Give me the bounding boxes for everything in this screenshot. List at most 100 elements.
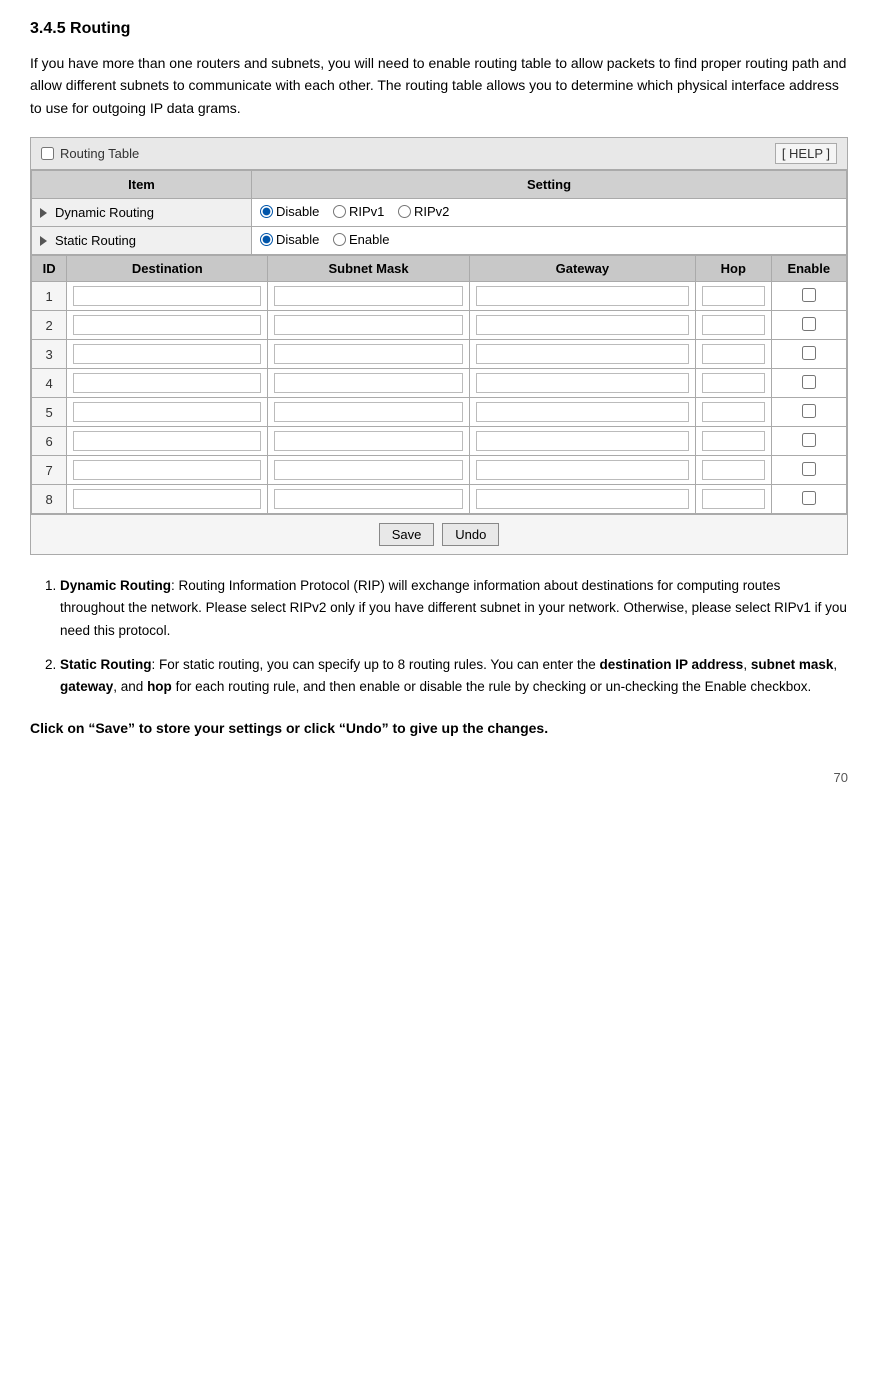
row-subnet-2[interactable] [268, 311, 469, 340]
static-disable-option[interactable]: Disable [260, 232, 319, 247]
gateway-input-3[interactable] [476, 344, 689, 364]
static-disable-radio[interactable] [260, 233, 273, 246]
subnet-input-3[interactable] [274, 344, 462, 364]
row-gateway-4[interactable] [469, 369, 695, 398]
subnet-input-4[interactable] [274, 373, 462, 393]
row-hop-7[interactable] [696, 456, 771, 485]
row-gateway-3[interactable] [469, 340, 695, 369]
row-destination-1[interactable] [67, 282, 268, 311]
subnet-input-2[interactable] [274, 315, 462, 335]
row-enable-6[interactable] [771, 427, 847, 456]
row-hop-8[interactable] [696, 485, 771, 514]
row-enable-2[interactable] [771, 311, 847, 340]
dynamic-routing-label: Dynamic Routing [40, 205, 243, 220]
row-destination-8[interactable] [67, 485, 268, 514]
gateway-input-4[interactable] [476, 373, 689, 393]
row-gateway-1[interactable] [469, 282, 695, 311]
hop-input-4[interactable] [702, 373, 764, 393]
row-gateway-2[interactable] [469, 311, 695, 340]
row-destination-5[interactable] [67, 398, 268, 427]
row-enable-3[interactable] [771, 340, 847, 369]
dynamic-ripv2-radio[interactable] [398, 205, 411, 218]
hop-input-8[interactable] [702, 489, 764, 509]
enable-checkbox-6[interactable] [802, 433, 816, 447]
hop-input-6[interactable] [702, 431, 764, 451]
row-enable-7[interactable] [771, 456, 847, 485]
destination-input-8[interactable] [73, 489, 261, 509]
hop-input-1[interactable] [702, 286, 764, 306]
gateway-input-1[interactable] [476, 286, 689, 306]
destination-input-6[interactable] [73, 431, 261, 451]
routing-table-title: Routing Table [60, 146, 139, 161]
destination-input-2[interactable] [73, 315, 261, 335]
gateway-input-7[interactable] [476, 460, 689, 480]
col-gateway-header: Gateway [469, 256, 695, 282]
help-link[interactable]: [ HELP ] [775, 143, 837, 164]
row-enable-1[interactable] [771, 282, 847, 311]
gateway-input-5[interactable] [476, 402, 689, 422]
hop-input-3[interactable] [702, 344, 764, 364]
dynamic-ripv1-option[interactable]: RIPv1 [333, 204, 384, 219]
row-hop-3[interactable] [696, 340, 771, 369]
routing-table-container: Routing Table [ HELP ] Item Setting Dyna… [30, 137, 848, 555]
dynamic-ripv2-option[interactable]: RIPv2 [398, 204, 449, 219]
row-subnet-6[interactable] [268, 427, 469, 456]
enable-checkbox-2[interactable] [802, 317, 816, 331]
static-enable-option[interactable]: Enable [333, 232, 389, 247]
dynamic-routing-setting-cell: Disable RIPv1 RIPv2 [252, 199, 847, 227]
row-gateway-8[interactable] [469, 485, 695, 514]
subnet-input-1[interactable] [274, 286, 462, 306]
row-hop-6[interactable] [696, 427, 771, 456]
gateway-input-8[interactable] [476, 489, 689, 509]
routing-table-checkbox[interactable] [41, 147, 54, 160]
row-hop-1[interactable] [696, 282, 771, 311]
hop-input-7[interactable] [702, 460, 764, 480]
enable-checkbox-7[interactable] [802, 462, 816, 476]
hop-input-2[interactable] [702, 315, 764, 335]
save-button[interactable]: Save [379, 523, 435, 546]
enable-checkbox-4[interactable] [802, 375, 816, 389]
enable-checkbox-5[interactable] [802, 404, 816, 418]
row-subnet-1[interactable] [268, 282, 469, 311]
dynamic-disable-option[interactable]: Disable [260, 204, 319, 219]
enable-checkbox-8[interactable] [802, 491, 816, 505]
row-destination-4[interactable] [67, 369, 268, 398]
destination-input-4[interactable] [73, 373, 261, 393]
row-subnet-4[interactable] [268, 369, 469, 398]
destination-input-7[interactable] [73, 460, 261, 480]
row-hop-4[interactable] [696, 369, 771, 398]
row-enable-4[interactable] [771, 369, 847, 398]
row-enable-5[interactable] [771, 398, 847, 427]
hop-input-5[interactable] [702, 402, 764, 422]
subnet-input-8[interactable] [274, 489, 462, 509]
row-destination-6[interactable] [67, 427, 268, 456]
destination-input-1[interactable] [73, 286, 261, 306]
row-gateway-6[interactable] [469, 427, 695, 456]
subnet-input-6[interactable] [274, 431, 462, 451]
row-gateway-7[interactable] [469, 456, 695, 485]
undo-button[interactable]: Undo [442, 523, 499, 546]
dynamic-ripv1-radio[interactable] [333, 205, 346, 218]
gateway-input-6[interactable] [476, 431, 689, 451]
destination-input-3[interactable] [73, 344, 261, 364]
enable-checkbox-1[interactable] [802, 288, 816, 302]
row-subnet-8[interactable] [268, 485, 469, 514]
gateway-input-2[interactable] [476, 315, 689, 335]
row-destination-7[interactable] [67, 456, 268, 485]
enable-checkbox-3[interactable] [802, 346, 816, 360]
row-subnet-7[interactable] [268, 456, 469, 485]
row-destination-2[interactable] [67, 311, 268, 340]
row-subnet-3[interactable] [268, 340, 469, 369]
row-subnet-5[interactable] [268, 398, 469, 427]
row-destination-3[interactable] [67, 340, 268, 369]
row-hop-2[interactable] [696, 311, 771, 340]
row-enable-8[interactable] [771, 485, 847, 514]
destination-input-5[interactable] [73, 402, 261, 422]
dynamic-disable-radio[interactable] [260, 205, 273, 218]
row-hop-5[interactable] [696, 398, 771, 427]
note-subnet-mask: subnet mask [751, 657, 834, 672]
subnet-input-5[interactable] [274, 402, 462, 422]
row-gateway-5[interactable] [469, 398, 695, 427]
subnet-input-7[interactable] [274, 460, 462, 480]
static-enable-radio[interactable] [333, 233, 346, 246]
